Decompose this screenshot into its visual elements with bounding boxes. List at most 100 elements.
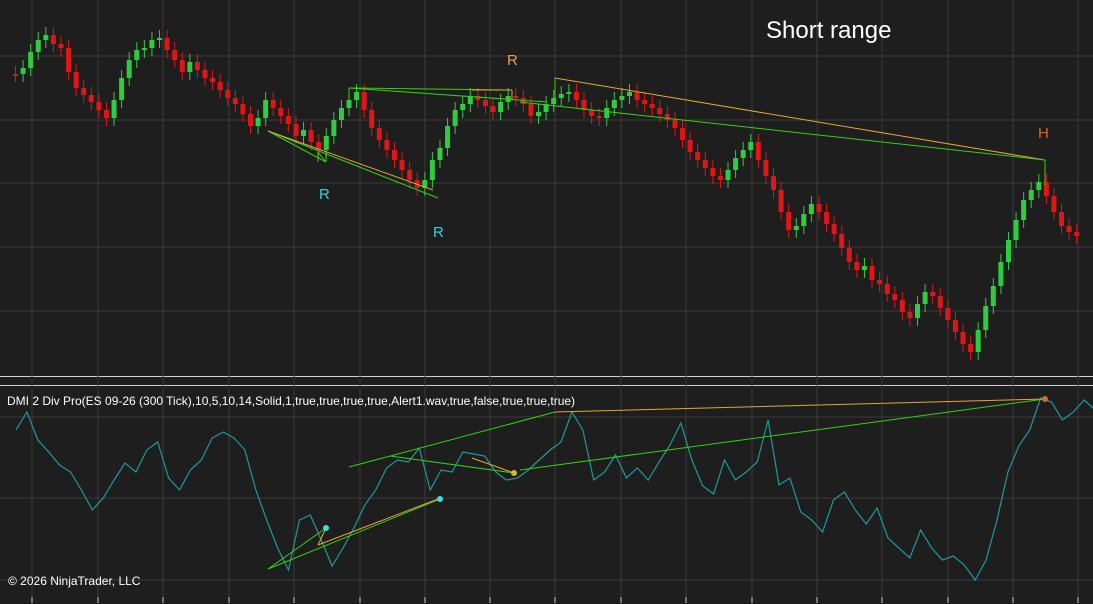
candle <box>270 100 276 108</box>
candle <box>452 110 458 126</box>
candle <box>937 296 943 308</box>
candle <box>717 176 723 180</box>
candle <box>930 292 936 296</box>
candle <box>141 48 147 50</box>
candle <box>149 40 155 48</box>
candle <box>604 108 610 118</box>
candle <box>103 110 109 118</box>
candle <box>285 116 291 124</box>
candle <box>755 142 761 160</box>
candle <box>66 48 72 72</box>
candle <box>695 152 701 160</box>
candle <box>907 312 913 318</box>
candle <box>740 150 746 158</box>
candle <box>119 78 125 100</box>
chart-canvas[interactable] <box>0 0 1093 603</box>
candle <box>672 120 678 128</box>
candle <box>88 95 94 102</box>
candle <box>733 158 739 170</box>
candle <box>43 35 49 40</box>
candle <box>702 160 708 168</box>
divergence-line <box>519 101 1046 161</box>
candle <box>293 124 299 136</box>
copyright: © 2026 NinjaTrader, LLC <box>8 574 141 588</box>
candle <box>73 72 79 88</box>
candle <box>232 98 238 104</box>
candle <box>657 108 663 114</box>
candle <box>649 104 655 108</box>
candle <box>217 82 223 90</box>
candle <box>642 100 648 104</box>
candle <box>589 110 595 116</box>
candle <box>240 104 246 114</box>
x-axis-ticks <box>31 597 1079 603</box>
candle <box>520 98 526 104</box>
divergence-dot <box>437 496 443 502</box>
divergence-line <box>317 498 439 546</box>
candle <box>50 35 56 44</box>
candle <box>247 114 253 126</box>
candle <box>808 204 814 214</box>
candle <box>687 140 693 152</box>
candle <box>187 62 193 72</box>
candle <box>619 96 625 100</box>
candle <box>58 44 64 48</box>
divergence-line <box>389 455 515 474</box>
candle <box>763 160 769 176</box>
candle <box>429 160 435 180</box>
chart-title: Short range <box>766 17 892 44</box>
candle <box>771 176 776 190</box>
candle <box>384 140 390 150</box>
candle <box>407 170 413 180</box>
candle <box>945 308 951 320</box>
candle <box>164 38 170 50</box>
grid-lines <box>0 0 1093 603</box>
candle <box>725 170 731 180</box>
candle <box>134 50 140 60</box>
candle <box>528 104 534 116</box>
divergence-line <box>267 130 434 191</box>
candle <box>975 330 981 352</box>
marker-r: R <box>433 224 444 241</box>
candle <box>710 168 716 176</box>
candle <box>634 92 640 100</box>
candle <box>1074 232 1080 236</box>
candle <box>892 294 898 300</box>
candle <box>884 284 890 294</box>
candle <box>573 92 579 100</box>
candle <box>96 102 102 110</box>
candle <box>399 160 405 170</box>
candle <box>20 68 26 74</box>
candle <box>680 128 686 140</box>
marker-h: H <box>1038 125 1049 142</box>
candle <box>968 344 974 352</box>
candle <box>81 88 87 95</box>
candle <box>210 78 216 82</box>
candle <box>960 332 966 344</box>
candle <box>566 92 572 94</box>
divergence-dot <box>323 525 329 531</box>
candle <box>157 38 163 40</box>
candle <box>13 74 18 76</box>
candle <box>301 130 307 136</box>
candle <box>28 52 34 68</box>
candle <box>801 214 807 226</box>
candle <box>1013 220 1019 240</box>
candle <box>664 114 670 120</box>
candle <box>869 266 875 280</box>
candle <box>990 286 996 306</box>
candle <box>831 224 837 234</box>
candle <box>460 104 466 110</box>
candle <box>558 94 564 98</box>
candle <box>369 110 375 128</box>
candle <box>998 262 1004 286</box>
candle <box>346 100 352 108</box>
divergence-line <box>554 77 1046 161</box>
candle <box>824 212 830 224</box>
candle <box>263 100 269 118</box>
divergence-line <box>348 87 548 103</box>
divergence-line <box>471 457 515 474</box>
candle <box>1036 182 1042 190</box>
candle <box>498 102 504 112</box>
candle <box>786 212 792 230</box>
